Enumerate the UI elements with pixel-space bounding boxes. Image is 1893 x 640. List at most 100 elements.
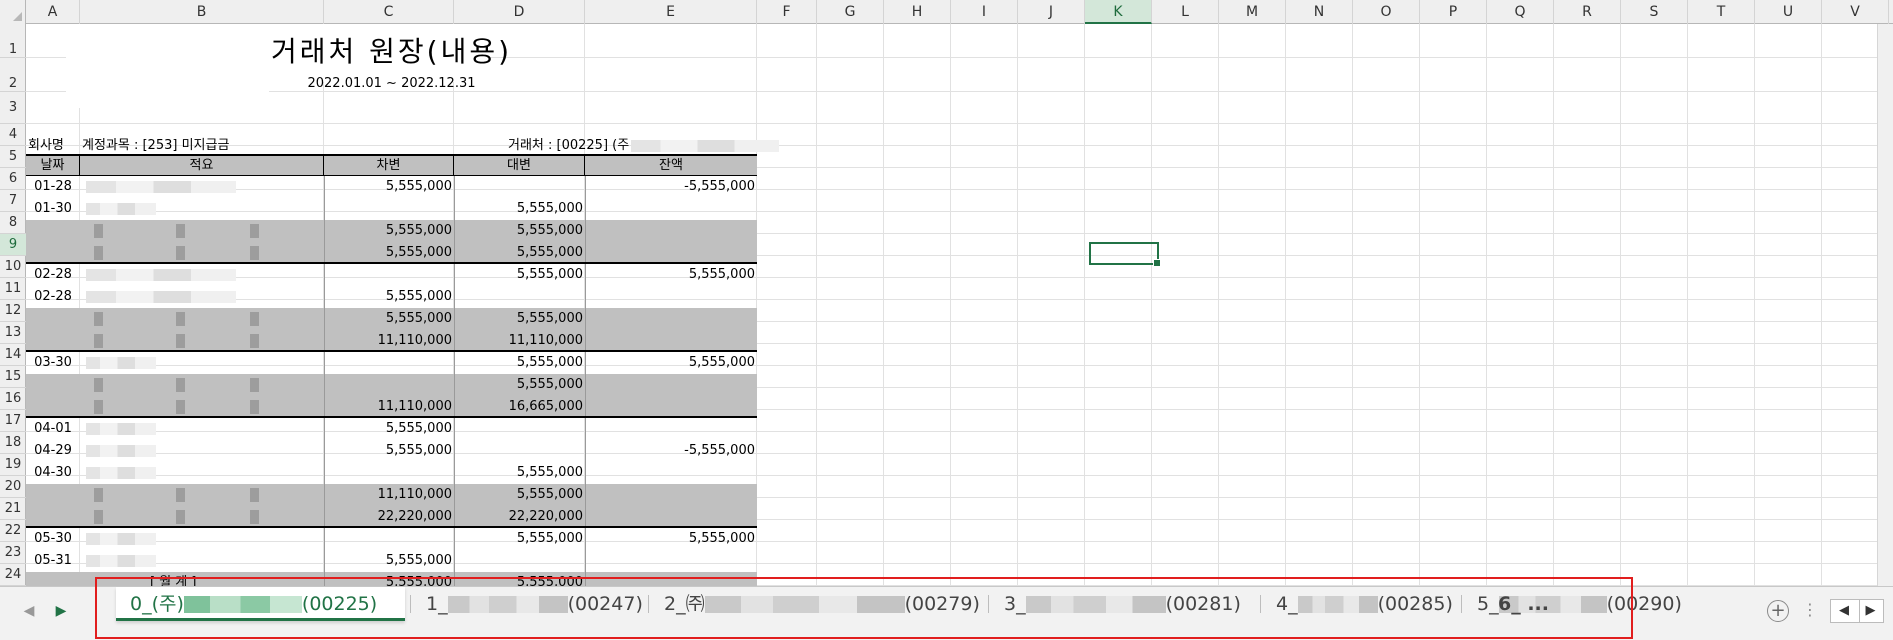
column-header-M[interactable]: M xyxy=(1219,0,1286,24)
cell-credit: 5,555,000 xyxy=(516,377,583,392)
redacted-description xyxy=(86,180,236,193)
spreadsheet-grid[interactable]: ABCDEFGHIJKLMNOPQRSTUV 1 2 3 4 5 6 7 8 9 10 11 12 13… xyxy=(0,0,1893,586)
cell-date: 01-30 xyxy=(34,201,72,216)
row-header-4[interactable]: 4 xyxy=(0,124,26,146)
column-header-O[interactable]: O xyxy=(1353,0,1420,24)
row-header-21[interactable]: 21 xyxy=(0,498,26,520)
column-header-B[interactable]: B xyxy=(80,0,324,24)
redacted-block xyxy=(176,378,185,392)
vertical-scrollbar[interactable] xyxy=(1877,24,1893,586)
row-header-1[interactable]: 1 xyxy=(0,24,26,58)
row-header-14[interactable]: 14 xyxy=(0,344,26,366)
column-header-R[interactable]: R xyxy=(1554,0,1621,24)
cell-balance xyxy=(585,484,757,506)
column-header-H[interactable]: H xyxy=(884,0,951,24)
cell-date: 04-30 xyxy=(34,465,72,480)
redacted-description xyxy=(86,422,156,435)
row-header-23[interactable]: 23 xyxy=(0,542,26,564)
ledger-row: 03-30 5,555,000 5,555,000 xyxy=(26,352,757,374)
cell-debit xyxy=(324,374,454,396)
row-header-5[interactable]: 5 xyxy=(0,146,26,168)
row-header-13[interactable]: 13 xyxy=(0,322,26,344)
ledger-row: 22,220,000 22,220,000 xyxy=(26,506,757,528)
column-header-T[interactable]: T xyxy=(1688,0,1755,24)
cell-debit: 5,555,000 xyxy=(385,443,452,458)
active-cell-K9[interactable] xyxy=(1089,242,1161,267)
cell-description xyxy=(80,352,324,374)
cell-credit: 5,555,000 xyxy=(516,267,583,282)
redacted-block xyxy=(94,378,103,392)
row-header-7[interactable]: 7 xyxy=(0,190,26,212)
cell-date xyxy=(26,396,80,418)
row-header-3[interactable]: 3 xyxy=(0,92,26,124)
redacted-block xyxy=(94,488,103,502)
row-header-12[interactable]: 12 xyxy=(0,300,26,322)
row-header-6[interactable]: 6 xyxy=(0,168,26,190)
header-desc: 적요 xyxy=(80,156,324,176)
column-header-F[interactable]: F xyxy=(757,0,817,24)
cell-credit: 5,555,000 xyxy=(516,223,583,238)
column-header-U[interactable]: U xyxy=(1755,0,1822,24)
column-header-V[interactable]: V xyxy=(1822,0,1889,24)
redacted-block xyxy=(250,488,259,502)
add-sheet-icon[interactable]: + xyxy=(1767,600,1789,622)
cell-date xyxy=(26,308,80,330)
more-options-icon[interactable]: ⋮ xyxy=(1802,600,1818,619)
column-header-L[interactable]: L xyxy=(1152,0,1219,24)
ledger-row: 5,555,000 5,555,000 xyxy=(26,220,757,242)
prev-sheet-icon[interactable]: ◀ xyxy=(18,600,40,622)
column-header-S[interactable]: S xyxy=(1621,0,1688,24)
ledger-row: 5,555,000 5,555,000 xyxy=(26,308,757,330)
row-header-15[interactable]: 15 xyxy=(0,366,26,388)
row-header-2[interactable]: 2 xyxy=(0,58,26,92)
cell-debit: 5,555,000 xyxy=(385,311,452,326)
redacted-description xyxy=(86,466,156,479)
cell-balance xyxy=(585,506,757,528)
column-header-N[interactable]: N xyxy=(1286,0,1353,24)
row-header-24[interactable]: 24 xyxy=(0,564,26,586)
next-sheet-icon[interactable]: ▶ xyxy=(50,600,72,622)
cell-credit: 5,555,000 xyxy=(516,355,583,370)
cell-debit: 5,555,000 xyxy=(385,553,452,568)
row-header-18[interactable]: 18 xyxy=(0,432,26,454)
redacted-description xyxy=(86,290,236,303)
ledger-row: 11,110,000 5,555,000 xyxy=(26,484,757,506)
horizontal-scroll-controls[interactable]: ◀ ▶ xyxy=(1830,599,1884,623)
cell-debit: 5,555,000 xyxy=(385,289,452,304)
row-header-16[interactable]: 16 xyxy=(0,388,26,410)
column-header-I[interactable]: I xyxy=(951,0,1018,24)
cell-balance: 5,555,000 xyxy=(688,531,755,546)
header-debit: 차변 xyxy=(324,156,454,176)
column-header-K[interactable]: K xyxy=(1085,0,1152,24)
row-header-8[interactable]: 8 xyxy=(0,212,26,234)
cell-credit: 5,555,000 xyxy=(516,311,583,326)
row-header-20[interactable]: 20 xyxy=(0,476,26,498)
row-header-10[interactable]: 10 xyxy=(0,256,26,278)
cell-balance xyxy=(585,198,757,220)
select-all-corner[interactable] xyxy=(0,0,26,24)
column-header-E[interactable]: E xyxy=(585,0,757,24)
column-header-D[interactable]: D xyxy=(454,0,585,24)
redacted-block xyxy=(250,246,259,260)
redacted-description xyxy=(86,554,156,567)
cell-balance xyxy=(585,462,757,484)
column-header-P[interactable]: P xyxy=(1420,0,1487,24)
row-header-9[interactable]: 9 xyxy=(0,234,26,256)
redacted-block xyxy=(94,246,103,260)
scroll-right-icon[interactable]: ▶ xyxy=(1859,600,1881,622)
column-header-G[interactable]: G xyxy=(817,0,884,24)
row-header-11[interactable]: 11 xyxy=(0,278,26,300)
cell-description xyxy=(80,220,324,242)
column-header-A[interactable]: A xyxy=(26,0,80,24)
column-header-C[interactable]: C xyxy=(324,0,454,24)
row-header-17[interactable]: 17 xyxy=(0,410,26,432)
ledger-row: 02-28 5,555,000 xyxy=(26,286,757,308)
row-header-22[interactable]: 22 xyxy=(0,520,26,542)
row-header-19[interactable]: 19 xyxy=(0,454,26,476)
column-header-Q[interactable]: Q xyxy=(1487,0,1554,24)
column-header-J[interactable]: J xyxy=(1018,0,1085,24)
cell-balance: -5,555,000 xyxy=(684,179,755,194)
header-balance: 잔액 xyxy=(659,158,683,173)
scroll-left-icon[interactable]: ◀ xyxy=(1833,600,1855,622)
cell-description xyxy=(80,484,324,506)
